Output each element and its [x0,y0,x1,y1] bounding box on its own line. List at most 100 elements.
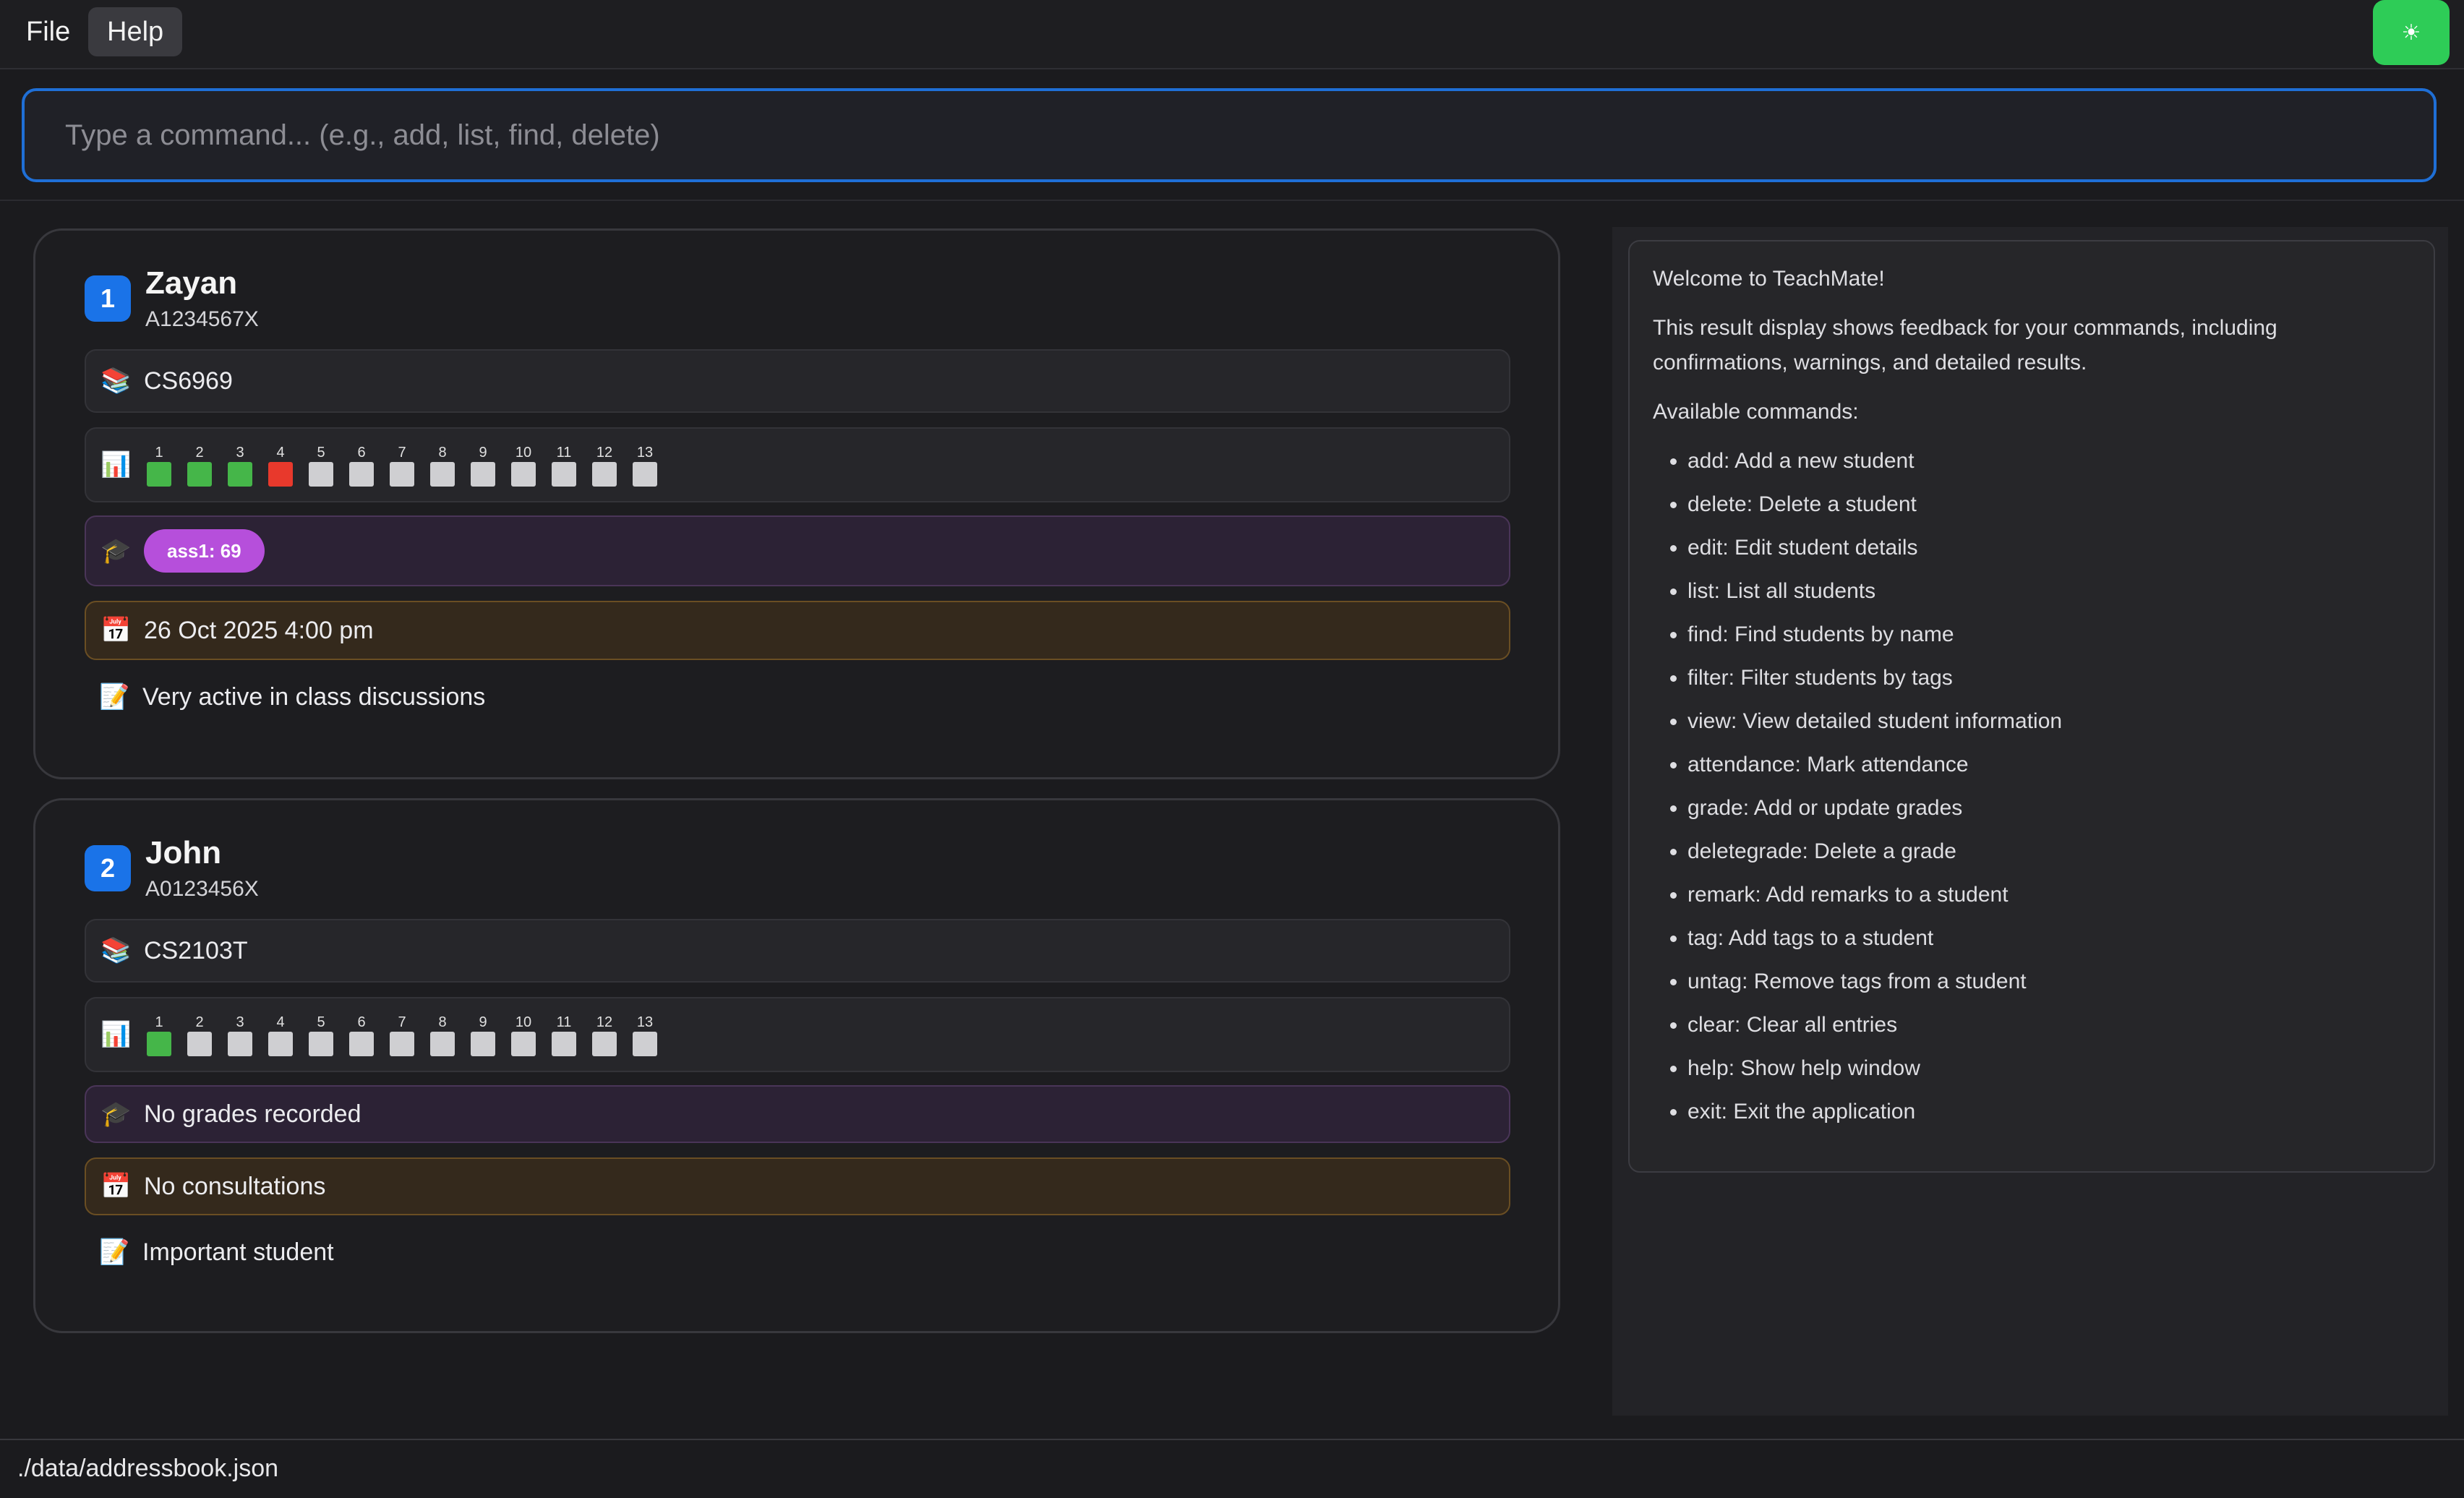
graduation-cap-icon: 🎓 [100,1100,132,1128]
week-number: 1 [155,445,163,461]
student-card[interactable]: 2 John A0123456X 📚 CS2103T 📊 1 2 3 4 5 6 7 8 9 10… [33,798,1560,1333]
week-number: 13 [636,445,654,461]
module-code: CS6969 [144,367,233,395]
attendance-row: 📊 1 2 3 4 5 6 7 8 9 10 11 12 13 [85,427,1510,502]
week-number: 2 [195,445,204,461]
attendance-box-present [147,1032,171,1056]
books-icon: 📚 [100,937,132,964]
status-bar: ./data/addressbook.json [0,1439,2464,1498]
attendance-box-none [592,1032,617,1056]
attendance-box-none [552,1032,576,1056]
list-item: clear: Clear all entries [1687,1008,2410,1043]
week-number: 8 [438,1014,447,1030]
attendance-box-none [187,1032,212,1056]
sun-icon: ☀ [2401,20,2421,45]
attendance-week: 11 [550,443,578,487]
list-item: untag: Remove tags from a student [1687,964,2410,999]
bar-chart-icon: 📊 [100,451,132,479]
attendance-week: 5 [307,443,335,487]
command-input[interactable] [22,88,2437,182]
attendance-week: 12 [591,443,618,487]
attendance-box-present [228,462,252,487]
week-number: 5 [317,445,325,461]
menu-help[interactable]: Help [88,7,183,56]
list-item: filter: Filter students by tags [1687,661,2410,696]
data-file-path: ./data/addressbook.json [17,1455,279,1482]
attendance-week: 9 [469,443,497,487]
week-number: 7 [398,445,406,461]
memo-icon: 📝 [99,683,130,711]
attendance-week: 4 [267,443,294,487]
attendance-week: 8 [429,1013,456,1056]
list-item: help: Show help window [1687,1051,2410,1086]
result-welcome: Welcome to TeachMate! [1653,267,1885,291]
week-number: 10 [515,1014,532,1030]
list-item: tag: Add tags to a student [1687,921,2410,956]
attendance-week: 4 [267,1013,294,1056]
week-number: 4 [276,1014,285,1030]
week-number: 11 [556,445,572,461]
graduation-cap-icon: 🎓 [100,537,132,565]
remark-row: 📝 Important student [85,1227,1510,1277]
week-number: 10 [515,445,532,461]
week-number: 3 [236,445,244,461]
student-name: John [145,835,222,870]
attendance-week: 10 [510,443,537,487]
attendance-box-none [471,462,495,487]
attendance-box-none [552,462,576,487]
attendance-weeks: 1 2 3 4 5 6 7 8 9 10 11 12 13 [145,443,659,487]
module-code: CS2103T [144,936,248,964]
attendance-box-absent [268,462,293,487]
attendance-week: 8 [429,443,456,487]
grade-tag[interactable]: ass1: 69 [144,529,265,573]
module-row: 📚 CS6969 [85,349,1510,413]
week-number: 1 [155,1014,163,1030]
list-item: attendance: Mark attendance [1687,748,2410,782]
week-number: 9 [479,445,487,461]
attendance-weeks: 1 2 3 4 5 6 7 8 9 10 11 12 13 [145,1013,659,1056]
attendance-week: 10 [510,1013,537,1056]
result-panel: Welcome to TeachMate! This result displa… [1612,227,2448,1416]
calendar-icon: 📅 [100,617,132,644]
bar-chart-icon: 📊 [100,1021,132,1048]
attendance-week: 3 [226,1013,254,1056]
week-number: 5 [317,1014,325,1030]
attendance-box-none [633,462,657,487]
attendance-box-present [147,462,171,487]
attendance-week: 13 [631,443,659,487]
consultation-row: 📅 26 Oct 2025 4:00 pm [85,601,1510,660]
consultation-row: 📅 No consultations [85,1157,1510,1215]
student-id: A0123456X [145,877,259,901]
week-number: 12 [596,1014,613,1030]
attendance-week: 7 [388,443,416,487]
remark-text: Important student [142,1238,334,1266]
attendance-box-none [309,1032,333,1056]
week-number: 4 [276,445,285,461]
attendance-week: 7 [388,1013,416,1056]
student-card[interactable]: 1 Zayan A1234567X 📚 CS6969 📊 1 2 3 4 5 6 7 8 9 10… [33,228,1560,779]
result-display[interactable]: Welcome to TeachMate! This result displa… [1628,240,2435,1173]
grades-row: 🎓 No grades recorded [85,1085,1510,1143]
calendar-icon: 📅 [100,1173,132,1200]
command-area [0,69,2464,201]
attendance-box-none [309,462,333,487]
attendance-week: 1 [145,1013,173,1056]
attendance-week: 12 [591,1013,618,1056]
attendance-week: 6 [348,443,375,487]
attendance-week: 13 [631,1013,659,1056]
list-item: edit: Edit student details [1687,531,2410,565]
attendance-week: 2 [186,1013,213,1056]
attendance-box-none [633,1032,657,1056]
list-item: view: View detailed student information [1687,704,2410,739]
menu-file[interactable]: File [7,7,89,56]
result-commands-header: Available commands: [1653,400,1859,424]
week-number: 12 [596,445,613,461]
menu-bar: File Help ☀ [0,0,2464,69]
theme-toggle-button[interactable]: ☀ [2373,0,2450,65]
attendance-box-none [511,462,536,487]
list-item: add: Add a new student [1687,444,2410,479]
list-item: find: Find students by name [1687,617,2410,652]
list-item: deletegrade: Delete a grade [1687,834,2410,869]
attendance-week: 1 [145,443,173,487]
attendance-box-none [228,1032,252,1056]
